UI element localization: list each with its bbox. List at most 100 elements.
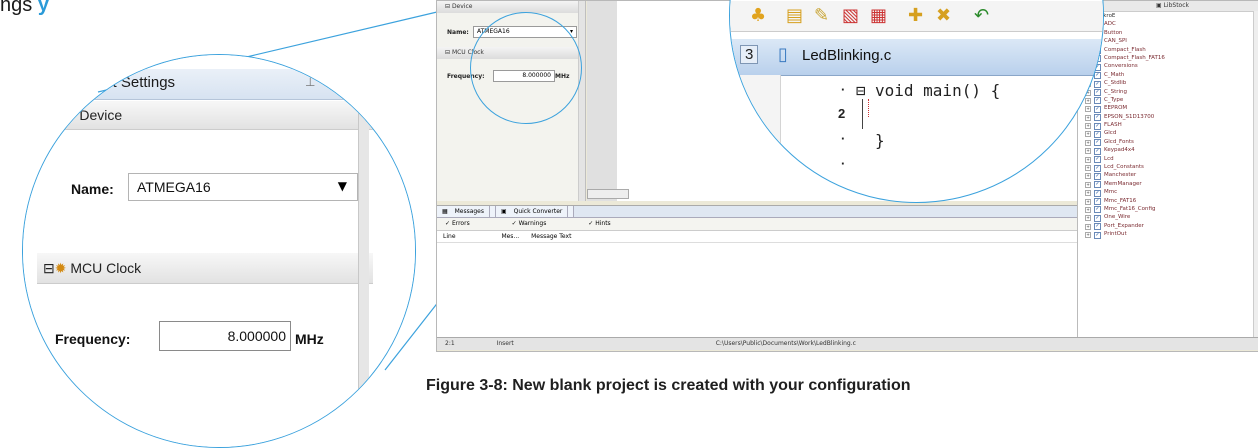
library-item[interactable]: + ✓ Mmc_FAT16 (1078, 197, 1258, 206)
status-position: 2:1 (445, 340, 455, 347)
panel-scrollbar[interactable] (578, 1, 585, 201)
messages-header: Line Mes... Message Text (437, 231, 1077, 243)
library-item[interactable]: +✓C_Math (1078, 71, 1258, 80)
library-item[interactable]: + ✓ One_Wire (1078, 213, 1258, 222)
selection-circle (470, 12, 582, 124)
expand-icon[interactable]: + (1085, 181, 1091, 188)
library-item[interactable]: + ✓ EPSON_S1D13700 (1078, 113, 1258, 122)
col-message-text[interactable]: Message Text (531, 233, 571, 240)
filter-hints[interactable]: ✓ Hints (588, 220, 610, 227)
library-list: +✓ADC+✓Button+✓CAN_SPI+✓Compact_Flash+✓C… (1078, 20, 1258, 239)
save-icon[interactable]: ▤ (786, 5, 803, 26)
expand-icon[interactable]: + (1085, 223, 1091, 230)
status-bar: 2:1 Insert C:\Users\Public\Documents\Wor… (437, 337, 1258, 350)
zoom-scrollbar[interactable] (358, 99, 369, 447)
remove-file-icon[interactable]: ✖ (936, 5, 951, 26)
library-toolbar: ▣ LibStock (1078, 1, 1258, 12)
library-item[interactable]: + ✓ Lcd (1078, 155, 1258, 164)
library-item[interactable]: +✓Conversions (1078, 62, 1258, 71)
col-mes[interactable]: Mes... (501, 233, 519, 240)
chevron-down-icon: ▼ (337, 179, 347, 193)
delete-icon[interactable]: ▧ (842, 5, 859, 26)
message-filters: ✓ Errors ✓ Warnings ✓ Hints (437, 218, 1077, 231)
pin-icon[interactable]: ⊥ (305, 75, 315, 89)
col-line[interactable]: Line (443, 233, 456, 240)
library-item[interactable]: + ✓ C_Type (1078, 96, 1258, 105)
editor-tabbar: 3 ▯ LedBlinking.c (730, 39, 1103, 76)
filter-warnings[interactable]: ✓ Warnings (512, 220, 547, 227)
expand-icon[interactable]: + (1085, 190, 1091, 197)
horizontal-scrollbar[interactable] (587, 189, 629, 199)
filter-errors[interactable]: ✓ Errors (445, 220, 470, 227)
zoom-device-select[interactable]: ATMEGA16 ▼ (128, 173, 358, 201)
expand-icon[interactable]: + (1085, 131, 1091, 138)
clock-icon: ✹ (54, 260, 67, 276)
splitter[interactable] (587, 1, 619, 201)
expand-icon[interactable]: + (1085, 123, 1091, 130)
tab-messages[interactable]: ▦ Messages (437, 206, 497, 217)
expand-icon[interactable]: + (1085, 215, 1091, 222)
expand-icon[interactable]: + (1085, 165, 1091, 172)
wand-icon[interactable]: ♣ (750, 5, 766, 26)
expand-icon[interactable]: + (1085, 173, 1091, 180)
collapse-icon[interactable]: ⊟ (43, 260, 55, 276)
expand-icon[interactable]: + (1085, 114, 1091, 121)
zoom-circle-settings: oject Settings ⊥ ⌁ Device Name: ATMEGA16… (22, 54, 416, 448)
tab-quick-converter[interactable]: ▣ Quick Converter (496, 206, 575, 217)
gutter (730, 75, 781, 202)
clock-section: ⊟✹ MCU Clock (37, 253, 373, 284)
tree-scrollbar[interactable] (1253, 11, 1258, 337)
expand-icon[interactable]: + (1085, 206, 1091, 213)
library-item[interactable]: + ✓ Lcd_Constants (1078, 163, 1258, 172)
code-line-1[interactable]: void main() { (875, 81, 1000, 100)
expand-icon[interactable]: + (1085, 232, 1091, 239)
expand-icon[interactable]: + (1085, 139, 1091, 146)
tab-ledblinking[interactable]: LedBlinking.c (802, 47, 891, 64)
panel-header: oject Settings ⊥ (83, 69, 415, 100)
library-item[interactable]: + ✓ Keypad4x4 (1078, 146, 1258, 155)
library-item[interactable]: + ✓ MemManager (1078, 180, 1258, 189)
status-path: C:\Users\Public\Documents\Work\LedBlinki… (715, 340, 856, 347)
expand-icon[interactable]: + (1085, 198, 1091, 205)
expand-icon[interactable]: + (1085, 106, 1091, 113)
zoom-frequency-label: Frequency: (55, 331, 131, 347)
checkbox-icon[interactable]: ✓ (1094, 231, 1101, 239)
fold-icon[interactable]: ⊟ (856, 81, 866, 100)
zoom-name-label: Name: (71, 181, 114, 197)
edit-icon[interactable]: ✎ (814, 5, 829, 26)
library-item[interactable]: +✓Compact_Flash (1078, 46, 1258, 55)
library-item[interactable]: + ✓ FLASH (1078, 121, 1258, 130)
expand-icon[interactable]: + (1085, 97, 1091, 104)
library-item[interactable]: + ✓ Port_Expander (1078, 222, 1258, 231)
add-file-icon[interactable]: ✚ (908, 5, 923, 26)
tab-previous[interactable]: 3 (740, 45, 759, 64)
messages-tabs: ▦ Messages ▣ Quick Converter (437, 206, 1077, 218)
library-item[interactable]: + ✓ Manchester (1078, 171, 1258, 180)
library-item[interactable]: +✓ADC (1078, 20, 1258, 29)
fold-line (862, 99, 863, 129)
messages-panel: ▦ Messages ▣ Quick Converter ✓ Errors ✓ W… (437, 205, 1077, 340)
file-icon: ▯ (778, 44, 788, 65)
libstock-button[interactable]: ▣ LibStock (1156, 2, 1189, 9)
device-section: ⌁ Device (63, 101, 399, 130)
list-icon[interactable]: ▦ (870, 5, 887, 26)
library-item[interactable]: +✓CAN_SPI (1078, 37, 1258, 46)
library-item[interactable]: + ✓ Mmc (1078, 188, 1258, 197)
back-icon[interactable]: ↶ (974, 5, 989, 26)
editor-toolbar: ♣ ▤ ✎ ▧ ▦ ✚ ✖ ↶ (730, 1, 1103, 32)
line-number-2: 2 (838, 106, 846, 121)
expand-icon[interactable]: + (1085, 148, 1091, 155)
library-item[interactable]: +✓Compact_Flash_FAT16 (1078, 54, 1258, 63)
library-item[interactable]: + ✓ Mmc_Fat16_Config (1078, 205, 1258, 214)
library-item[interactable]: + ✓ EEPROM (1078, 104, 1258, 113)
library-item[interactable]: + ✓ Glcd (1078, 129, 1258, 138)
library-item[interactable]: + ✓ Glcd_Fonts (1078, 138, 1258, 147)
library-item[interactable]: +✓C_Stdlib (1078, 79, 1258, 88)
tree-root[interactable]: ⊟ mikroE (1078, 12, 1258, 20)
code-line-3[interactable]: } (875, 131, 885, 150)
library-item[interactable]: + ✓ C_String (1078, 88, 1258, 97)
expand-icon[interactable]: + (1085, 156, 1091, 163)
library-item[interactable]: +✓Button (1078, 29, 1258, 38)
zoom-frequency-input[interactable]: 8.000000 (159, 321, 291, 351)
library-item[interactable]: + ✓ PrintOut (1078, 230, 1258, 239)
